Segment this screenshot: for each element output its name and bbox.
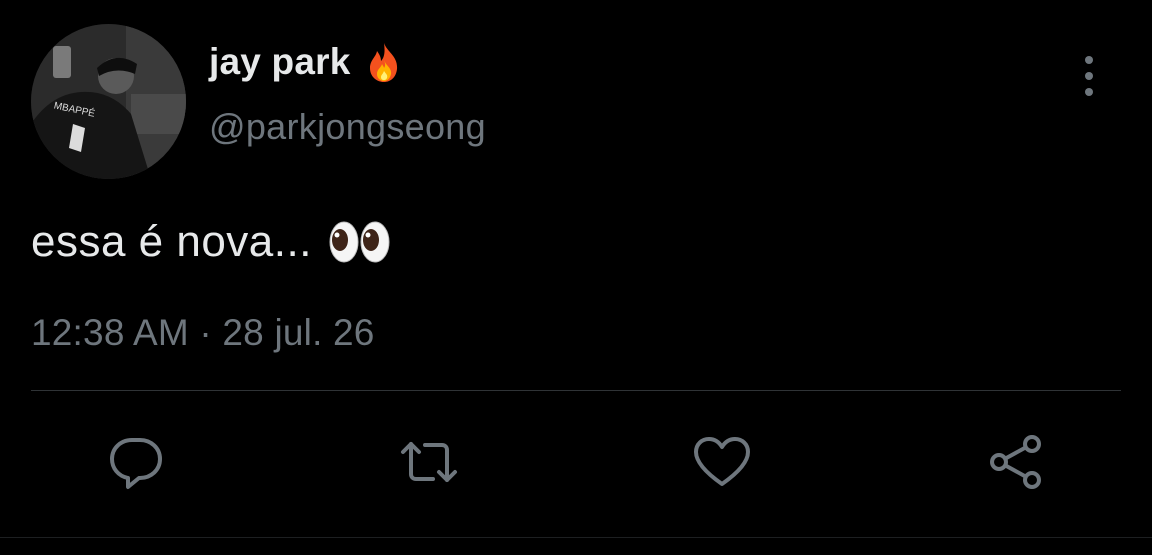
divider [31,390,1121,391]
bottom-divider [0,537,1152,538]
avatar-image: MBAPPÉ [31,24,186,179]
fire-icon [362,40,406,84]
more-dot-icon [1085,56,1093,64]
tweet-timestamp[interactable]: 12:38 AM · 28 jul. 26 [31,312,375,354]
more-options-button[interactable] [1070,52,1108,100]
share-button[interactable] [987,432,1047,492]
more-dot-icon [1085,72,1093,80]
tweet-card: MBAPPÉ jay park @parkjongseong essa é no… [0,0,1152,555]
more-dot-icon [1085,88,1093,96]
retweet-icon [401,442,457,482]
display-name[interactable]: jay park [209,41,350,83]
reply-button[interactable] [106,432,166,492]
author-name-row: jay park [209,38,406,86]
tweet-text: essa é nova... [31,217,312,266]
retweet-button[interactable] [399,432,459,492]
share-icon [990,435,1041,489]
like-button[interactable] [692,432,752,492]
avatar[interactable]: MBAPPÉ [31,24,186,179]
reply-bubble-icon [110,438,162,489]
tweet-text-row: essa é nova... [31,212,392,272]
heart-icon [694,437,750,486]
eyes-icon [328,220,392,264]
user-handle[interactable]: @parkjongseong [209,106,486,148]
